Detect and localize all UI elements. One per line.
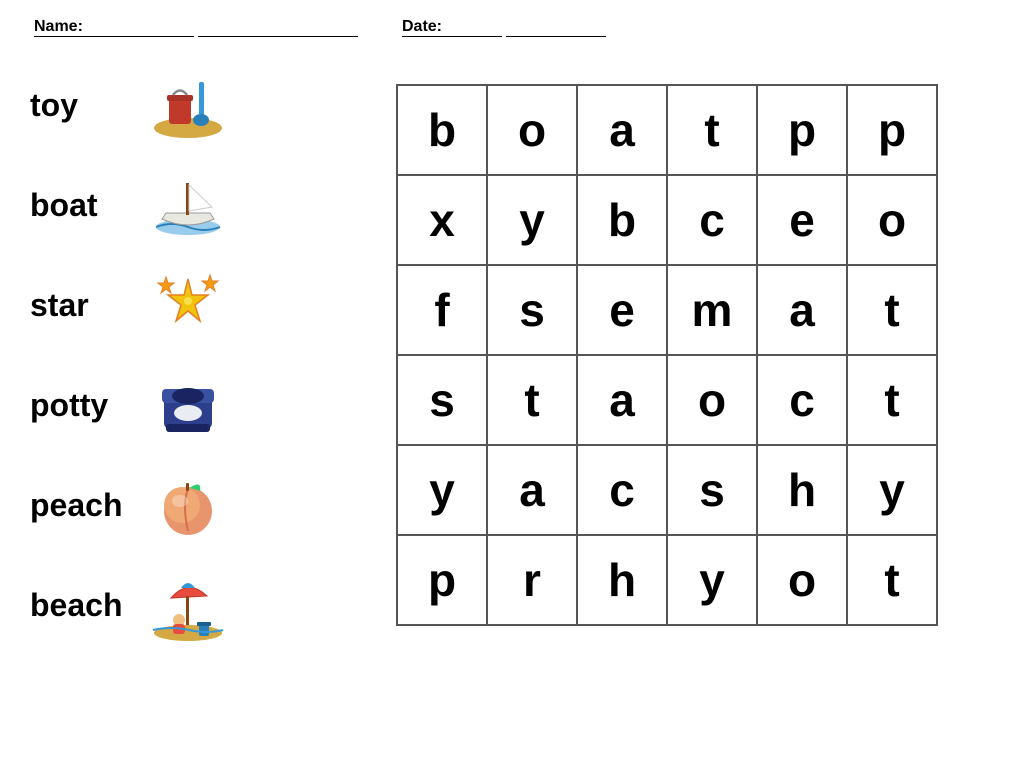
grid-cell-2-3: m <box>668 266 758 356</box>
grid-cell-5-0: p <box>398 536 488 626</box>
icon-peach <box>148 468 228 543</box>
grid-cell-3-2: a <box>578 356 668 446</box>
name-field: Name: <box>30 18 358 37</box>
icon-boat <box>148 168 228 243</box>
word-label-peach: peach <box>30 487 130 524</box>
grid-cell-4-3: s <box>668 446 758 536</box>
name-label: Name: <box>34 18 194 37</box>
grid-area: boatppxybceofsematstaoctyacshyprhyot <box>340 55 994 655</box>
name-underline <box>198 18 358 37</box>
grid-cell-0-4: p <box>758 86 848 176</box>
grid-cell-4-2: c <box>578 446 668 536</box>
grid-cell-3-1: t <box>488 356 578 446</box>
grid-cell-3-4: c <box>758 356 848 446</box>
header: Name: Date: <box>0 0 1024 45</box>
word-item-star: star <box>30 260 320 350</box>
date-underline <box>506 18 606 37</box>
grid-cell-0-0: b <box>398 86 488 176</box>
grid-cell-1-4: e <box>758 176 848 266</box>
grid-cell-3-0: s <box>398 356 488 446</box>
grid-cell-5-4: o <box>758 536 848 626</box>
grid-cell-0-5: p <box>848 86 938 176</box>
grid-cell-2-5: t <box>848 266 938 356</box>
word-item-beach: beach <box>30 560 320 650</box>
word-label-beach: beach <box>30 587 130 624</box>
letter-grid: boatppxybceofsematstaoctyacshyprhyot <box>396 84 938 626</box>
word-label-boat: boat <box>30 187 130 224</box>
grid-cell-3-5: t <box>848 356 938 446</box>
grid-cell-2-4: a <box>758 266 848 356</box>
grid-cell-4-4: h <box>758 446 848 536</box>
word-label-toy: toy <box>30 87 130 124</box>
grid-cell-1-3: c <box>668 176 758 266</box>
date-label: Date: <box>402 18 502 37</box>
grid-cell-1-1: y <box>488 176 578 266</box>
icon-beach <box>148 568 228 643</box>
grid-cell-3-3: o <box>668 356 758 446</box>
word-item-toy: toy <box>30 60 320 150</box>
grid-cell-1-0: x <box>398 176 488 266</box>
grid-cell-2-2: e <box>578 266 668 356</box>
grid-cell-4-0: y <box>398 446 488 536</box>
grid-cell-4-5: y <box>848 446 938 536</box>
grid-cell-5-1: r <box>488 536 578 626</box>
main-content: toy boat <box>0 45 1024 665</box>
icon-star <box>148 268 228 343</box>
grid-cell-1-5: o <box>848 176 938 266</box>
grid-cell-5-2: h <box>578 536 668 626</box>
word-list: toy boat <box>30 55 320 655</box>
grid-cell-2-1: s <box>488 266 578 356</box>
word-label-star: star <box>30 287 130 324</box>
grid-cell-0-2: a <box>578 86 668 176</box>
grid-cell-1-2: b <box>578 176 668 266</box>
date-field: Date: <box>398 18 606 37</box>
icon-potty <box>148 368 228 443</box>
grid-cell-2-0: f <box>398 266 488 356</box>
grid-cell-5-3: y <box>668 536 758 626</box>
word-label-potty: potty <box>30 387 130 424</box>
grid-cell-5-5: t <box>848 536 938 626</box>
word-item-boat: boat <box>30 160 320 250</box>
grid-cell-0-1: o <box>488 86 578 176</box>
icon-toy <box>148 68 228 143</box>
grid-cell-0-3: t <box>668 86 758 176</box>
word-item-peach: peach <box>30 460 320 550</box>
grid-cell-4-1: a <box>488 446 578 536</box>
word-item-potty: potty <box>30 360 320 450</box>
